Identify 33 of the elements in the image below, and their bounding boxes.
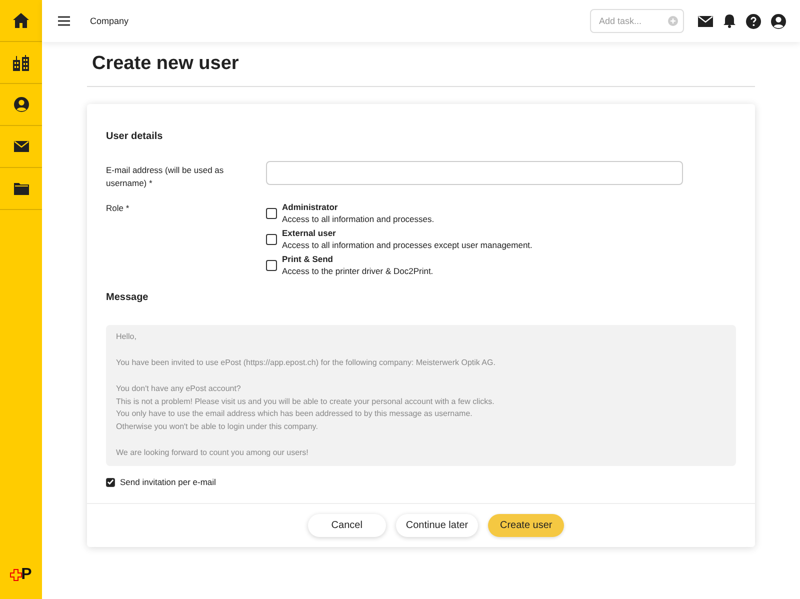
help-icon[interactable] (746, 14, 761, 28)
add-task-field[interactable]: Add task... (590, 9, 684, 33)
action-button[interactable]: Cancel (308, 514, 386, 538)
option-title: Administrator (282, 202, 338, 212)
buildings-icon[interactable] (13, 54, 29, 70)
page-title: Create new user (92, 52, 240, 76)
user-icon[interactable] (771, 14, 786, 28)
home-icon[interactable] (13, 13, 29, 28)
menu-icon[interactable] (58, 16, 70, 26)
option-title: Print & Send (282, 254, 334, 264)
email-field[interactable] (266, 161, 683, 185)
option-description: Access to the printer driver & Doc2Print. (282, 266, 434, 276)
user-icon[interactable] (14, 97, 28, 112)
field-label: Role * (106, 202, 130, 215)
checkbox[interactable] (266, 234, 277, 244)
folder-icon[interactable] (14, 182, 28, 195)
section-title: User details (106, 131, 164, 142)
breadcrumb[interactable]: Company (90, 16, 129, 26)
bell-icon[interactable] (723, 14, 736, 28)
logo: P (10, 567, 32, 583)
field-label: E-mail address (will be used as username) * (106, 164, 225, 190)
option-description: Access to all information and processes. (282, 214, 434, 224)
mail-icon[interactable] (698, 16, 713, 26)
action-button[interactable]: Continue later (396, 514, 478, 538)
checkbox-label[interactable]: Send invitation per e-mail (120, 477, 216, 488)
create-button[interactable]: Create user (488, 514, 564, 538)
checkbox[interactable] (266, 260, 277, 270)
option-description: Access to all information and processes except user management. (282, 240, 532, 250)
checkbox[interactable] (266, 208, 277, 218)
mail-icon[interactable] (14, 141, 28, 152)
checkbox[interactable] (106, 478, 115, 487)
option-title: External user (282, 228, 336, 238)
section-title: Message (106, 292, 150, 303)
